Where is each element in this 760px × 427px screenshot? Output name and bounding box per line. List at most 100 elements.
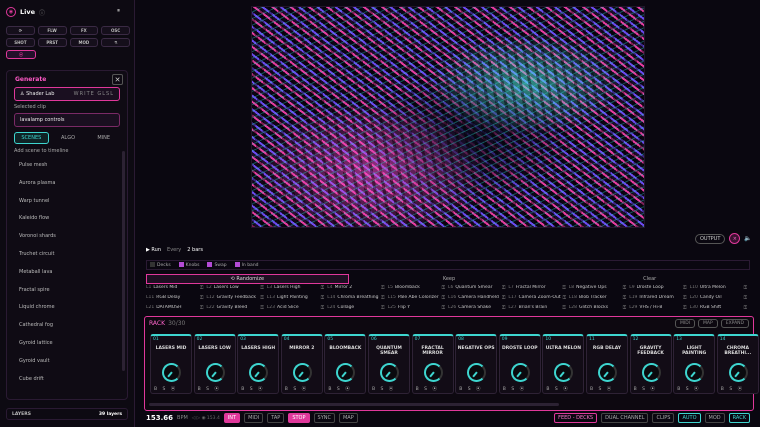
scene-item[interactable]: Gyroid lattice	[19, 340, 53, 346]
deck-06[interactable]: 06 QUANTUM SMEAR B S ⦿	[368, 334, 410, 394]
library-item[interactable]: L8 Negative Ops ⚿	[569, 285, 629, 294]
scene-item[interactable]: Truchet circuit	[19, 251, 54, 257]
deck-controls[interactable]: B S ⦿	[198, 386, 221, 392]
tb-flow-button[interactable]: FLW	[37, 26, 67, 35]
scene-item[interactable]: Cathedral fog	[19, 322, 53, 328]
library-item[interactable]: L20 Candy Oil ⚿	[690, 295, 750, 304]
help-icon[interactable]: ⓘ	[39, 8, 45, 17]
library-item[interactable]: L23 Acid Slice ⚿	[267, 305, 327, 314]
lock-icon[interactable]: ⚿	[200, 285, 203, 294]
speaker-icon[interactable]: 🔈	[744, 235, 751, 242]
scene-item[interactable]: Aurora plasma	[19, 180, 55, 186]
midi-button[interactable]: MIDI	[244, 413, 264, 423]
keep-button[interactable]: Keep	[349, 274, 550, 284]
tab-mine[interactable]: MINE	[87, 132, 120, 144]
library-item[interactable]: L24 Collage ⚿	[327, 305, 387, 314]
deck-knob[interactable]	[598, 363, 617, 382]
library-item[interactable]: L22 Gravity Bleed ⚿	[206, 305, 266, 314]
library-item[interactable]: L30 RGB Shift ⚿	[690, 305, 750, 314]
library-item[interactable]: L21 DATAMOSH ⚿	[146, 305, 206, 314]
library-item[interactable]: L6 Quantum Smear ⚿	[448, 285, 508, 294]
rack-button[interactable]: RACK	[728, 413, 750, 423]
tb-shot-button[interactable]: SHOT	[6, 38, 35, 47]
library-item[interactable]: L3 Lasers High ⚿	[267, 285, 327, 294]
mod-button[interactable]: MOD	[704, 413, 725, 423]
layers-bar[interactable]: LAYERS 39 layers	[6, 408, 128, 420]
library-item[interactable]: L26 Camera Shake ⚿	[448, 305, 508, 314]
lock-icon[interactable]: ⚿	[200, 305, 203, 314]
library-item[interactable]: L28 Glitch Blocks ⚿	[569, 305, 629, 314]
dual-channel-button[interactable]: DUAL CHANNEL	[601, 413, 649, 423]
clear-button[interactable]: Clear	[549, 274, 750, 284]
deck-controls[interactable]: B S ⦿	[416, 386, 439, 392]
lock-icon[interactable]: ⚿	[442, 285, 445, 294]
deck-05[interactable]: 05 BLOOMBACK B S ⦿	[324, 334, 367, 394]
deck-knob[interactable]	[162, 363, 181, 382]
deck-knob[interactable]	[728, 363, 748, 382]
deck-controls[interactable]: B S ⦿	[546, 386, 569, 392]
lock-icon[interactable]: ⚿	[260, 285, 263, 294]
auto-button[interactable]: AUTO	[678, 413, 701, 423]
lock-icon[interactable]: ⚿	[260, 305, 263, 314]
output-toggle-icon[interactable]: ×	[729, 233, 741, 244]
lock-icon[interactable]: ⚿	[200, 295, 203, 304]
deck-knob[interactable]	[467, 363, 487, 382]
tb-mod-button[interactable]: MOD	[69, 38, 99, 47]
tab-algo[interactable]: ALGO	[52, 132, 85, 144]
scene-item[interactable]: Kaleido flow	[19, 215, 49, 221]
deck-04[interactable]: 04 MIRROR 2 B S ⦿	[280, 334, 323, 394]
deck-knob[interactable]	[249, 363, 269, 382]
scene-item[interactable]: Cube drift	[19, 376, 44, 382]
rack-map-button[interactable]: MAP	[698, 319, 718, 328]
lock-icon[interactable]: ⚿	[623, 295, 626, 304]
rack-expand-button[interactable]: EXPAND	[720, 319, 749, 328]
deck-controls[interactable]: B S ⦿	[328, 386, 351, 392]
deck-knob[interactable]	[423, 363, 443, 382]
lock-icon[interactable]: ⚿	[442, 305, 445, 314]
pause-button[interactable]: ⏸	[117, 7, 120, 15]
deck-controls[interactable]: B S ⦿	[503, 386, 526, 392]
deck-knob[interactable]	[336, 363, 356, 382]
scene-item[interactable]: Gyroid vault	[19, 358, 50, 364]
lock-icon[interactable]: ⚿	[744, 285, 747, 294]
deck-controls[interactable]: B S ⦿	[241, 386, 264, 392]
lock-icon[interactable]: ⚿	[442, 295, 445, 304]
scene-scrollbar[interactable]	[122, 151, 125, 371]
lock-icon[interactable]: ⚿	[744, 295, 747, 304]
lock-icon[interactable]: ⚿	[502, 285, 505, 294]
deck-14[interactable]: 14 CHROMA BREATHI... B S ⦿	[716, 334, 759, 394]
deck-knob[interactable]	[205, 363, 225, 382]
deck-07[interactable]: 07 FRACTAL MIRROR B S ⦿	[411, 334, 454, 394]
library-item[interactable]: L2 Lasers Low ⚿	[206, 285, 266, 294]
close-button[interactable]: ✕	[112, 74, 123, 85]
library-item[interactable]: L4 Mirror 2 ⚿	[327, 285, 387, 294]
library-item[interactable]: L27 Brian's Brain ⚿	[508, 305, 568, 314]
lock-icon[interactable]: ⚿	[683, 305, 686, 314]
deck-03[interactable]: 03 LASERS HIGH B S ⦿	[237, 334, 280, 394]
lock-icon[interactable]: ⚿	[562, 305, 565, 314]
lock-icon[interactable]: ⚿	[381, 285, 384, 294]
library-item[interactable]: L29 VHS / Hi-8 ⚿	[629, 305, 689, 314]
library-item[interactable]: L1 Lasers Mid ⚿	[146, 285, 206, 294]
lock-icon[interactable]: ⚿	[321, 285, 324, 294]
clips-button[interactable]: CLIPS	[652, 413, 675, 423]
deck-knob[interactable]	[380, 363, 399, 382]
deck-knob[interactable]	[554, 363, 574, 382]
option-decks[interactable]: Decks	[150, 262, 171, 268]
deck-10[interactable]: 10 ULTRA MELON B S ⦿	[542, 334, 585, 394]
deck-02[interactable]: 02 LASERS LOW B S ⦿	[193, 334, 236, 394]
deck-controls[interactable]: B S ⦿	[590, 386, 613, 392]
option-in-band[interactable]: In band	[234, 262, 259, 268]
deck-13[interactable]: 13 LIGHT PAINTING B S ⦿	[673, 334, 716, 394]
tb-record-button[interactable]: ⦿	[6, 50, 36, 59]
tb-preset-button[interactable]: PRST	[37, 38, 67, 47]
library-item[interactable]: L14 Chroma Breathing ⚿	[327, 295, 387, 304]
library-item[interactable]: L13 Light Painting ⚿	[267, 295, 327, 304]
rack-scrollbar[interactable]	[149, 403, 559, 406]
deck-controls[interactable]: B S ⦿	[285, 386, 308, 392]
tab-scenes[interactable]: SCENES	[14, 132, 49, 144]
lock-icon[interactable]: ⚿	[683, 285, 686, 294]
deck-knob[interactable]	[641, 363, 661, 382]
map-button[interactable]: MAP	[338, 413, 358, 423]
lock-icon[interactable]: ⚿	[321, 295, 324, 304]
